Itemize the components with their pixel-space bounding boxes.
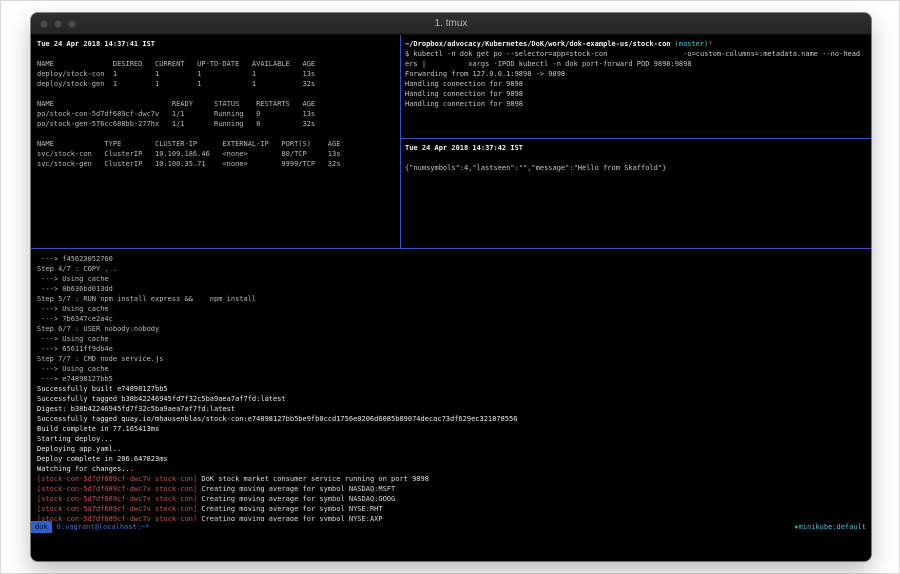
docker-build-output: ---> f45623052760 Step 4/7 : COPY . . --… xyxy=(37,254,865,384)
curl-json-response: {"numsymbols":4,"lastseen":"","message":… xyxy=(405,163,867,173)
window-controls xyxy=(40,20,76,28)
shell-prompt-line: ~/Dropbox/advocacy/Kubernetes/DoK/work/d… xyxy=(405,39,867,49)
port-forward-output: Forwarding from 127.0.0.1:9898 -> 9898 H… xyxy=(405,69,867,109)
pod-log-line: [stock-con-5d7df689cf-dwc7v stock-con] C… xyxy=(37,504,865,514)
pod-log-prefix: [stock-con-5d7df689cf-dwc7v stock-con] xyxy=(37,495,197,503)
kubectl-resources-output: NAME DESIRED CURRENT UP-TO-DATE AVAILABL… xyxy=(37,59,394,169)
pod-log-line: [stock-con-5d7df689cf-dwc7v stock-con] C… xyxy=(37,484,865,494)
watch-timestamp: Tue 24 Apr 2018 14:37:41 IST xyxy=(37,39,394,49)
session-name-badge[interactable]: dok xyxy=(31,521,52,533)
pod-log-message: Creating moving average for symbol NASDA… xyxy=(197,495,395,503)
git-dirty-indicator: * xyxy=(708,40,712,48)
pod-log-message: DoK stock market consumer service runnin… xyxy=(197,475,429,483)
pod-log-message: Creating moving average for symbol NYSE:… xyxy=(197,505,382,513)
pod-log-line: [stock-con-5d7df689cf-dwc7v stock-con] D… xyxy=(37,474,865,484)
tmux-status-bar: dok 0:vagrant@localhost:~* ⎈ minikube:de… xyxy=(31,521,871,533)
desktop-background: 1. tmux Tue 24 Apr 2018 14:37:41 IST NAM… xyxy=(0,0,900,574)
kubectl-port-forward-command: $ kubectl -n dok get po --selector=app=s… xyxy=(405,49,867,69)
pod-log-line: [stock-con-5d7df689cf-dwc7v stock-con] C… xyxy=(37,514,865,521)
tmux-terminal: Tue 24 Apr 2018 14:37:41 IST NAME DESIRE… xyxy=(31,35,871,560)
window-title: 1. tmux xyxy=(31,18,871,29)
tmux-top-panes: Tue 24 Apr 2018 14:37:41 IST NAME DESIRE… xyxy=(31,35,871,248)
prompt-path: ~/Dropbox/advocacy/Kubernetes/DoK/work/d… xyxy=(405,40,671,48)
pod-log-prefix: [stock-con-5d7df689cf-dwc7v stock-con] xyxy=(37,475,197,483)
tmux-right-panes: ~/Dropbox/advocacy/Kubernetes/DoK/work/d… xyxy=(401,35,871,248)
skaffold-deploy-output: Successfully built e74898127bb5 Successf… xyxy=(37,384,865,474)
pod-log-prefix: [stock-con-5d7df689cf-dwc7v stock-con] xyxy=(37,505,197,513)
pane-curl-check[interactable]: Tue 24 Apr 2018 14:37:42 IST {"numsymbol… xyxy=(401,139,871,248)
terminal-bottom-filler xyxy=(31,533,871,560)
pane-kubectl-watch[interactable]: Tue 24 Apr 2018 14:37:41 IST NAME DESIRE… xyxy=(31,35,400,248)
terminal-window: 1. tmux Tue 24 Apr 2018 14:37:41 IST NAM… xyxy=(31,13,871,561)
pod-log-line: [stock-con-5d7df689cf-dwc7v stock-con] C… xyxy=(37,494,865,504)
pod-log-prefix: [stock-con-5d7df689cf-dwc7v stock-con] xyxy=(37,485,197,493)
kubernetes-context-label: minikube:default xyxy=(799,521,866,533)
close-button[interactable] xyxy=(40,20,48,28)
curl-timestamp: Tue 24 Apr 2018 14:37:42 IST xyxy=(405,143,867,153)
status-window-item[interactable]: 0:vagrant@localhost:~* xyxy=(57,521,150,533)
window-titlebar[interactable]: 1. tmux xyxy=(31,13,871,35)
pane-port-forward[interactable]: ~/Dropbox/advocacy/Kubernetes/DoK/work/d… xyxy=(401,35,871,138)
git-branch-label: (master) xyxy=(675,40,709,48)
zoom-button[interactable] xyxy=(68,20,76,28)
minimize-button[interactable] xyxy=(54,20,62,28)
pod-log-message: Creating moving average for symbol NASDA… xyxy=(197,485,395,493)
pane-skaffold-log[interactable]: ---> f45623052760 Step 4/7 : COPY . . --… xyxy=(31,249,871,521)
